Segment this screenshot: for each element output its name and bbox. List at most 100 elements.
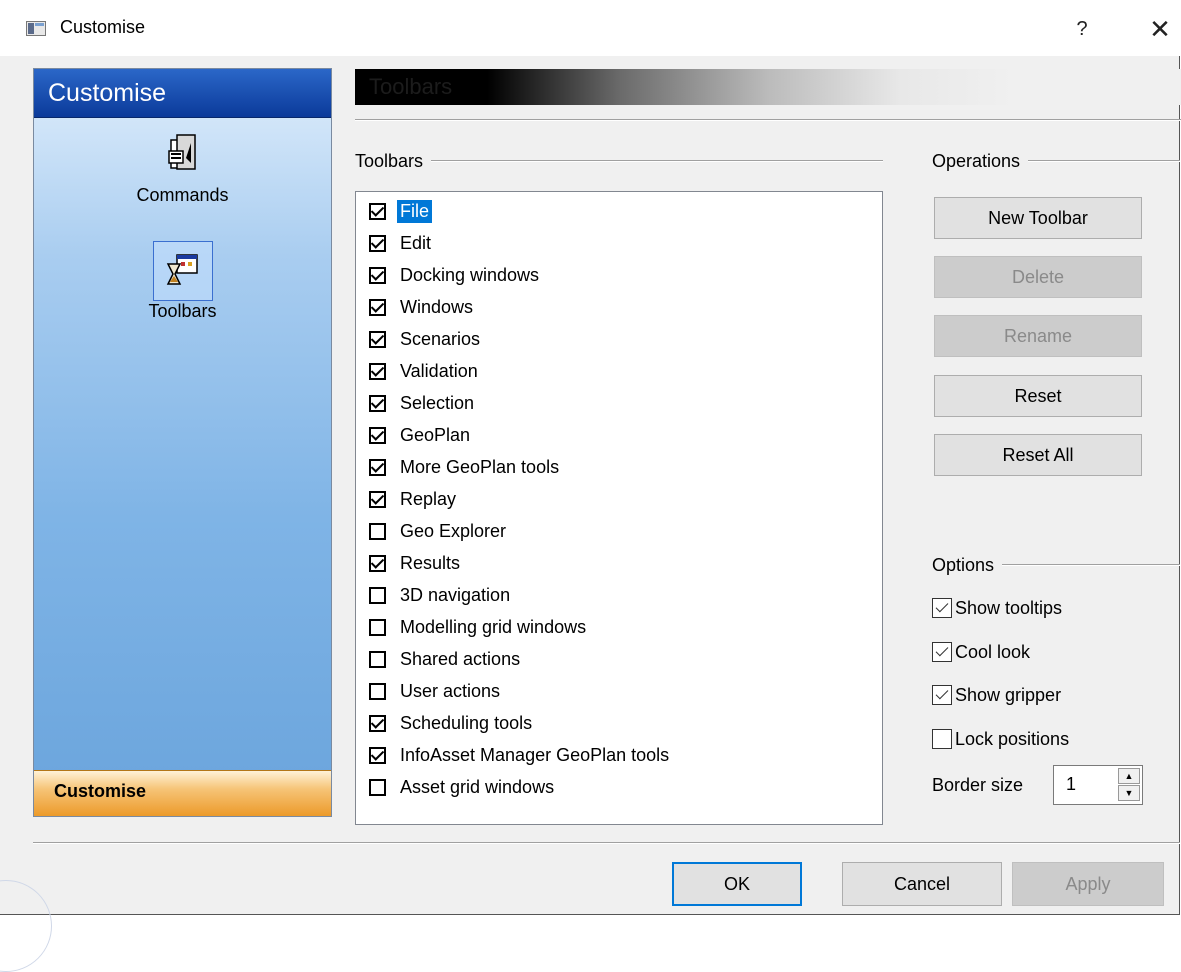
- checkbox[interactable]: [369, 234, 386, 252]
- border-size-value[interactable]: 1: [1066, 774, 1076, 795]
- checkbox[interactable]: [369, 298, 386, 316]
- decorative-arc: [0, 880, 52, 972]
- list-item-label: Asset grid windows: [400, 776, 555, 797]
- list-item[interactable]: Results: [369, 548, 463, 578]
- new-toolbar-button[interactable]: New Toolbar: [934, 197, 1142, 239]
- list-item[interactable]: Validation: [369, 356, 481, 386]
- spin-up-icon[interactable]: ▲: [1118, 768, 1140, 784]
- checkbox[interactable]: [369, 778, 386, 796]
- list-item[interactable]: Asset grid windows: [369, 772, 557, 802]
- checkbox[interactable]: [369, 394, 386, 412]
- options-group-label: Options: [932, 555, 1003, 576]
- list-item[interactable]: Replay: [369, 484, 459, 514]
- list-item[interactable]: 3D navigation: [369, 580, 513, 610]
- checkbox[interactable]: [369, 522, 386, 540]
- nav-header: Customise: [34, 69, 331, 118]
- border-size-label: Border size: [932, 775, 1024, 795]
- list-item[interactable]: User actions: [369, 676, 503, 706]
- toolbars-list[interactable]: File Edit Docking windows Windows Scenar…: [355, 191, 883, 825]
- lock-positions-checkbox[interactable]: [932, 729, 952, 749]
- list-item-label: User actions: [400, 680, 501, 701]
- list-item[interactable]: Scheduling tools: [369, 708, 535, 738]
- list-item-label: Scheduling tools: [400, 712, 533, 733]
- list-item-label: Selection: [400, 392, 475, 413]
- show-tooltips-option[interactable]: Show tooltips: [932, 595, 1062, 621]
- list-item[interactable]: Edit: [369, 228, 434, 258]
- list-item[interactable]: File: [369, 196, 433, 226]
- list-item-label: Validation: [400, 360, 478, 381]
- spin-down-icon[interactable]: ▼: [1118, 785, 1140, 801]
- toolbars-group-label: Toolbars: [355, 151, 432, 172]
- list-item-label: Edit: [400, 232, 432, 253]
- list-item-label: File: [397, 199, 433, 223]
- nav-item-commands[interactable]: Commands: [34, 125, 331, 206]
- checkbox[interactable]: [369, 554, 386, 572]
- toolbars-group-line: [355, 160, 883, 162]
- ok-button[interactable]: OK: [672, 862, 802, 906]
- reset-button[interactable]: Reset: [934, 375, 1142, 417]
- customise-dialog: Customise ? ✕ Customise Commands Toolbar…: [0, 0, 1181, 972]
- nav-footer-label: Customise: [54, 781, 147, 801]
- page-header-title: Toolbars: [369, 74, 453, 99]
- header-separator: [355, 119, 1181, 121]
- nav-item-label: Commands: [136, 185, 229, 205]
- show-tooltips-label: Show tooltips: [955, 597, 1063, 618]
- delete-button[interactable]: Delete: [934, 256, 1142, 298]
- close-button[interactable]: ✕: [1140, 14, 1180, 44]
- commands-icon: [153, 125, 213, 185]
- list-item[interactable]: Docking windows: [369, 260, 542, 290]
- lock-positions-option[interactable]: Lock positions: [932, 726, 1069, 752]
- list-item[interactable]: Modelling grid windows: [369, 612, 589, 642]
- list-item-label: Modelling grid windows: [400, 616, 587, 637]
- checkbox[interactable]: [369, 330, 386, 348]
- checkbox[interactable]: [369, 426, 386, 444]
- list-item-label: 3D navigation: [400, 584, 511, 605]
- footer-separator: [33, 842, 1180, 844]
- list-item-label: Windows: [400, 296, 474, 317]
- list-item[interactable]: InfoAsset Manager GeoPlan tools: [369, 740, 672, 770]
- cool-look-checkbox[interactable]: [932, 642, 952, 662]
- show-tooltips-checkbox[interactable]: [932, 598, 952, 618]
- list-item[interactable]: Shared actions: [369, 644, 523, 674]
- checkbox[interactable]: [369, 458, 386, 476]
- nav-item-label: Toolbars: [148, 301, 217, 321]
- border-size-spinner[interactable]: 1 ▲ ▼: [1053, 765, 1143, 805]
- list-item-label: InfoAsset Manager GeoPlan tools: [400, 744, 670, 765]
- cancel-button[interactable]: Cancel: [842, 862, 1002, 906]
- list-item-label: Geo Explorer: [400, 520, 507, 541]
- nav-header-label: Customise: [48, 79, 167, 107]
- checkbox[interactable]: [369, 714, 386, 732]
- list-item-label: GeoPlan: [400, 424, 471, 445]
- checkbox[interactable]: [369, 362, 386, 380]
- show-gripper-option[interactable]: Show gripper: [932, 682, 1061, 708]
- help-button[interactable]: ?: [1062, 14, 1102, 44]
- show-gripper-checkbox[interactable]: [932, 685, 952, 705]
- checkbox[interactable]: [369, 490, 386, 508]
- list-item-label: Shared actions: [400, 648, 521, 669]
- checkbox[interactable]: [369, 266, 386, 284]
- list-item[interactable]: More GeoPlan tools: [369, 452, 562, 482]
- apply-button[interactable]: Apply: [1012, 862, 1164, 906]
- list-item[interactable]: Windows: [369, 292, 476, 322]
- list-item-label: Scenarios: [400, 328, 481, 349]
- list-item-label: Results: [400, 552, 461, 573]
- list-item[interactable]: Selection: [369, 388, 477, 418]
- list-item[interactable]: GeoPlan: [369, 420, 473, 450]
- checkbox[interactable]: [369, 202, 386, 220]
- window-title: Customise: [60, 17, 146, 37]
- cool-look-option[interactable]: Cool look: [932, 639, 1030, 665]
- app-icon: [26, 21, 46, 36]
- checkbox[interactable]: [369, 618, 386, 636]
- list-item-label: More GeoPlan tools: [400, 456, 560, 477]
- checkbox[interactable]: [369, 682, 386, 700]
- rename-button[interactable]: Rename: [934, 315, 1142, 357]
- list-item[interactable]: Geo Explorer: [369, 516, 509, 546]
- reset-all-button[interactable]: Reset All: [934, 434, 1142, 476]
- list-item[interactable]: Scenarios: [369, 324, 483, 354]
- nav-item-toolbars[interactable]: Toolbars: [34, 241, 331, 322]
- checkbox[interactable]: [369, 746, 386, 764]
- checkbox[interactable]: [369, 586, 386, 604]
- page-header: Toolbars: [355, 69, 1181, 105]
- nav-footer-tab[interactable]: Customise: [34, 770, 331, 816]
- checkbox[interactable]: [369, 650, 386, 668]
